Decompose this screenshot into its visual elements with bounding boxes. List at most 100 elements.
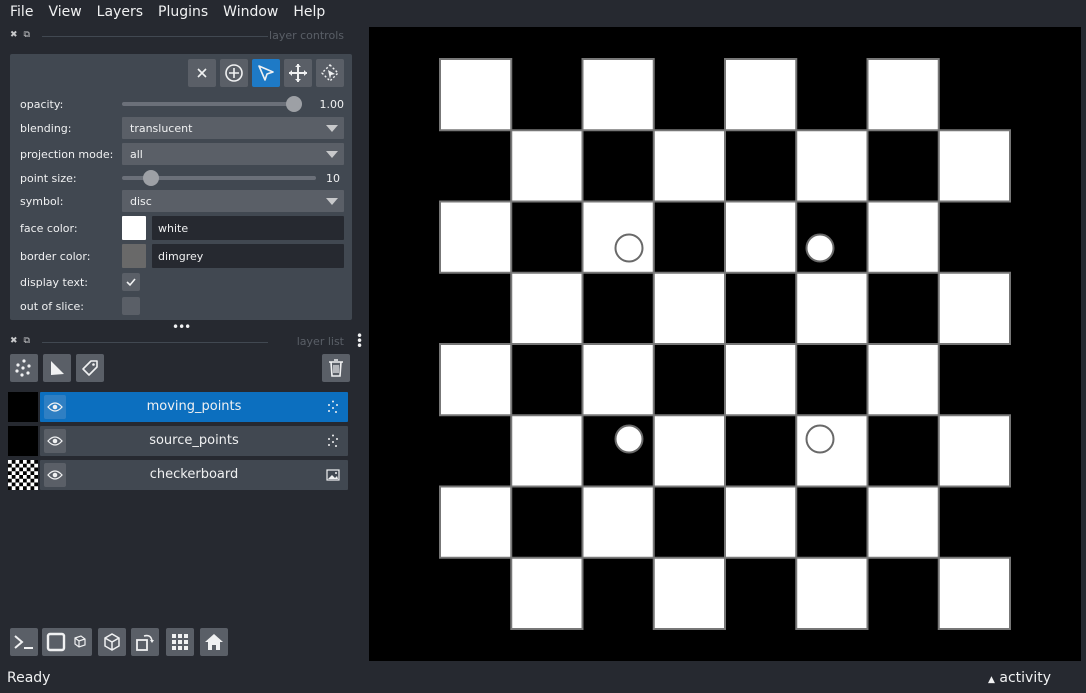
checker-cell [581,200,655,274]
checker-cell [439,343,513,417]
layer-controls-title: layer controls [269,29,344,42]
menu-bar: File View Layers Plugins Window Help [0,0,1086,24]
menu-help[interactable]: Help [288,4,330,20]
checker-cell [581,58,655,132]
menu-view[interactable]: View [43,4,86,20]
activity-toggle[interactable]: ▲ activity [988,670,1051,686]
menu-window[interactable]: Window [218,4,283,20]
point-size-label: point size: [20,171,77,185]
console-icon [14,635,33,649]
transpose-button[interactable] [131,628,159,656]
visibility-toggle[interactable] [44,395,66,419]
more-options-icon[interactable]: • • • [356,330,364,352]
display-text-label: display text: [20,275,88,289]
delete-selected-button[interactable] [188,59,216,87]
layer-row-checkerboard[interactable]: checkerboard [8,460,348,490]
checker-cell [937,271,1011,345]
out-of-slice-checkbox[interactable] [122,297,140,315]
layer-tools [8,354,352,384]
display-text-row: display text: [20,271,344,293]
delete-layer-button[interactable] [322,354,350,382]
checker-cell [510,556,584,630]
border-color-swatch[interactable] [122,244,146,268]
border-color-value: dimgrey [158,249,204,263]
roll-dimensions-button[interactable] [98,628,126,656]
checkerboard-cells [439,58,1011,630]
checkerboard-thumbnail [8,460,38,490]
ndisplay-button[interactable] [42,628,92,656]
point-marker [805,424,835,454]
layer-name: moving_points [146,399,242,414]
opacity-label: opacity: [20,97,64,111]
layer-name: checkerboard [149,467,239,482]
point-size-value: 10 [326,171,340,185]
select-points-button[interactable] [252,59,280,87]
activity-label: activity [999,670,1051,686]
checker-cell [652,129,726,203]
checker-cell [937,556,1011,630]
add-points-button[interactable] [220,59,248,87]
menu-plugins[interactable]: Plugins [153,4,213,20]
dock-close-icon[interactable]: ✖ [10,30,18,40]
opacity-row: opacity: 1.00 [20,93,344,115]
dock-float-icon[interactable]: ⧉ [24,30,30,40]
checker-cell [795,414,869,488]
image-layer-icon [326,469,340,481]
checkerboard-image [439,58,1011,630]
layer-controls-panel: opacity: 1.00 blending: translucent proj… [10,54,352,320]
checker-cell [795,129,869,203]
label-tag-icon [82,360,98,376]
symbol-value: disc [130,194,152,208]
checker-cell [866,485,940,559]
layer-controls-titlebar: ✖ ⧉ layer controls [0,26,352,46]
point-size-slider[interactable] [122,170,316,186]
points-icon [15,359,31,377]
face-color-field[interactable]: white [152,216,344,240]
opacity-slider[interactable] [122,96,302,112]
display-text-checkbox[interactable] [122,273,140,291]
layer-name: source_points [149,433,239,448]
checker-cell [866,200,940,274]
checker-cell [724,343,798,417]
rotate-icon [136,634,154,651]
checker-cell [439,58,513,132]
opacity-slider-handle[interactable] [286,96,302,112]
points-layer-icon [328,400,338,413]
pan-zoom-icon [289,64,307,82]
blending-select[interactable]: translucent [122,117,344,139]
border-color-row: border color: dimgrey [20,244,344,268]
viewer-canvas[interactable] [369,27,1081,661]
eye-icon [47,402,63,412]
menu-file[interactable]: File [5,4,38,20]
visibility-toggle[interactable] [44,463,66,487]
dock-close-icon[interactable]: ✖ [10,336,18,346]
new-points-layer-button[interactable] [10,354,38,382]
menu-layers[interactable]: Layers [92,4,148,20]
opacity-value: 1.00 [319,97,345,111]
border-color-field[interactable]: dimgrey [152,244,344,268]
grid-view-button[interactable] [166,628,194,656]
transform-icon [321,64,339,82]
face-color-swatch[interactable] [122,216,146,240]
checker-cell [724,58,798,132]
checker-cell [439,200,513,274]
point-size-slider-handle[interactable] [143,170,160,186]
console-button[interactable] [10,628,38,656]
projection-select[interactable]: all [122,143,344,165]
checker-cell [866,343,940,417]
chevron-down-icon [326,151,338,158]
new-shapes-layer-button[interactable] [43,354,71,382]
blending-value: translucent [130,121,193,135]
checker-cell [439,485,513,559]
dock-float-icon[interactable]: ⧉ [24,336,30,346]
home-button[interactable] [200,628,228,656]
symbol-select[interactable]: disc [122,190,344,212]
layer-row-moving-points[interactable]: moving_points [8,392,348,422]
chevron-down-icon [326,125,338,132]
new-labels-layer-button[interactable] [76,354,104,382]
border-color-label: border color: [20,249,91,263]
visibility-toggle[interactable] [44,429,66,453]
transform-button[interactable] [316,59,344,87]
pan-zoom-button[interactable] [284,59,312,87]
layer-row-source-points[interactable]: source_points [8,426,348,456]
